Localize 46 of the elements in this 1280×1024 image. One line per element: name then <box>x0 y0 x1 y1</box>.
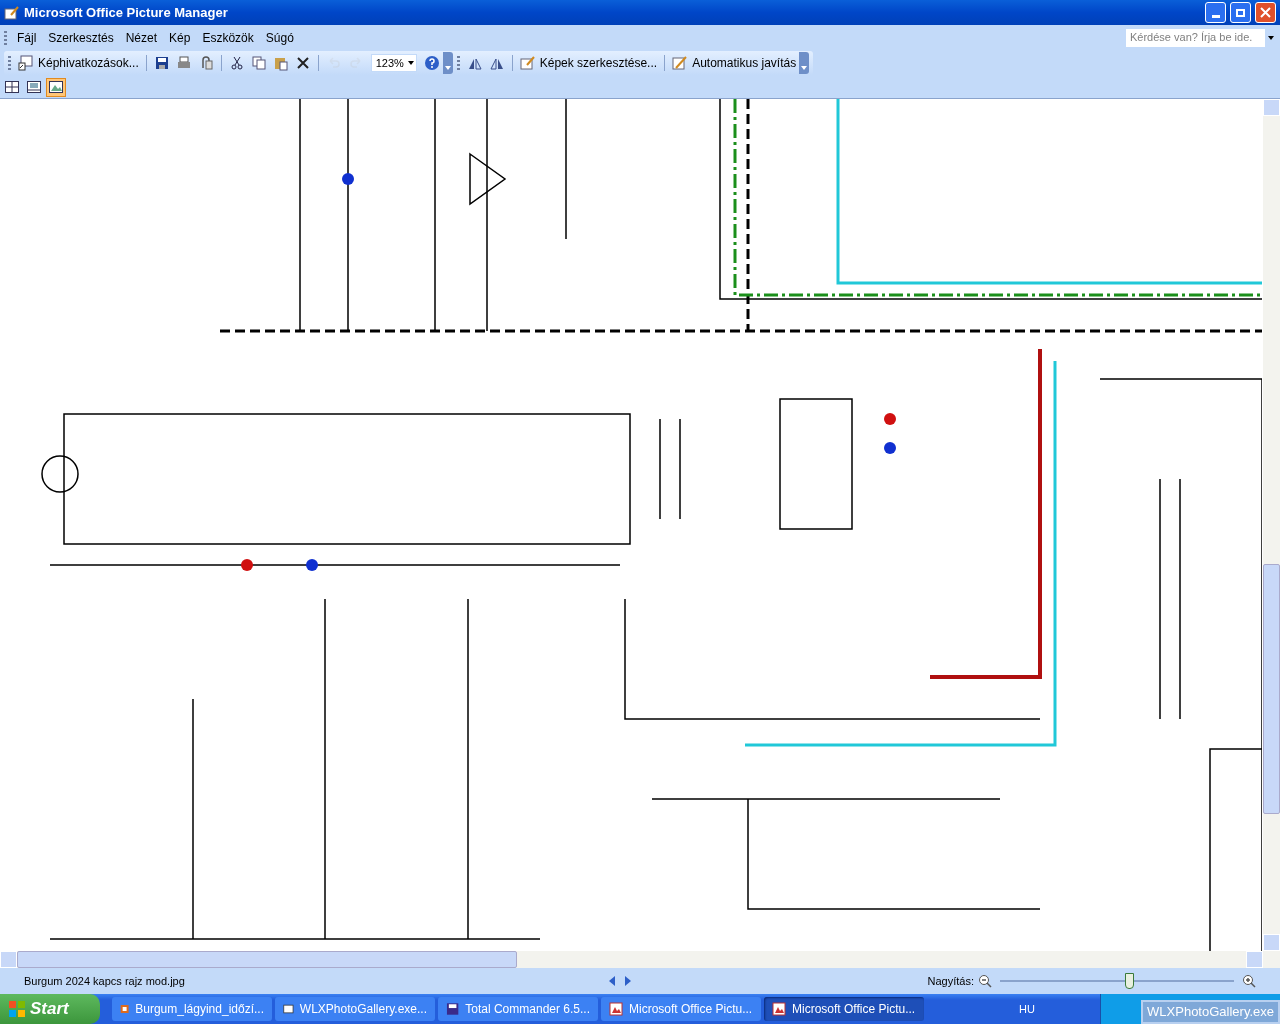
toolbar-options-icon[interactable] <box>799 52 810 74</box>
close-icon <box>1260 7 1271 18</box>
menu-item[interactable]: Nézet <box>119 28 164 47</box>
presentation-icon <box>120 1002 130 1016</box>
help-search-field[interactable]: Kérdése van? Írja be ide. <box>1126 28 1276 47</box>
vertical-scrollbar[interactable] <box>1263 99 1280 951</box>
filmstrip-view-icon <box>27 81 41 93</box>
toolbar-grip[interactable] <box>4 30 7 45</box>
image-edit-icon <box>4 4 20 21</box>
language-indicator[interactable]: HU <box>1019 1000 1035 1018</box>
taskbar-button[interactable]: Total Commander 6.5... <box>438 997 598 1021</box>
toolbar-button[interactable]: Automatikus javítás <box>669 52 800 74</box>
windows-logo-icon <box>8 1000 26 1018</box>
horizontal-scrollbar[interactable] <box>0 951 1280 968</box>
zoom-out-icon[interactable] <box>978 974 992 988</box>
tooltip: WLXPhotoGallery.exe <box>1141 1000 1280 1024</box>
close-button[interactable] <box>1255 2 1276 23</box>
taskbar-button[interactable]: Microsoft Office Pictu... <box>764 997 924 1021</box>
window-title: Microsoft Office Picture Manager <box>24 3 229 22</box>
picture-manager-icon <box>609 1002 623 1016</box>
window-icon <box>283 1002 294 1016</box>
grid-view-icon <box>5 81 19 93</box>
single-image-view-icon <box>49 81 63 93</box>
slider-thumb[interactable] <box>1124 973 1134 989</box>
view-button[interactable] <box>46 77 66 97</box>
zoom-in-icon[interactable] <box>1242 974 1256 988</box>
taskbar-button[interactable]: WLXPhotoGallery.exe... <box>275 997 435 1021</box>
minimize-button[interactable] <box>1205 2 1226 23</box>
toolbar-grip[interactable] <box>8 56 11 70</box>
status-filename: Burgum 2024 kapcs rajz mod.jpg <box>24 973 186 989</box>
restore-button[interactable] <box>1230 2 1251 23</box>
zoom-dropdown[interactable]: 123% <box>370 54 417 72</box>
taskbar-button[interactable]: Burgum_lágyind_időzí... <box>112 997 272 1021</box>
toolbar-button[interactable]: Képek szerkesztése... <box>516 52 661 74</box>
zoom-slider[interactable] <box>1000 973 1234 989</box>
toolbar-grip[interactable] <box>456 56 460 70</box>
menu-item[interactable]: Eszközök <box>196 28 260 47</box>
toolbar-button[interactable]: Képhivatkozások... <box>15 52 142 74</box>
toolbar-options-icon[interactable] <box>442 52 453 74</box>
menu-item[interactable]: Fájl <box>11 28 43 47</box>
zoom-label: Nagyítás: <box>927 973 974 989</box>
taskbar-button[interactable]: Microsoft Office Pictu... <box>601 997 761 1021</box>
menu-item[interactable]: Szerkesztés <box>42 28 120 47</box>
picture-manager-icon <box>772 1002 786 1016</box>
menu-item[interactable]: Súgó <box>259 28 300 47</box>
menu-item[interactable]: Kép <box>163 28 197 47</box>
